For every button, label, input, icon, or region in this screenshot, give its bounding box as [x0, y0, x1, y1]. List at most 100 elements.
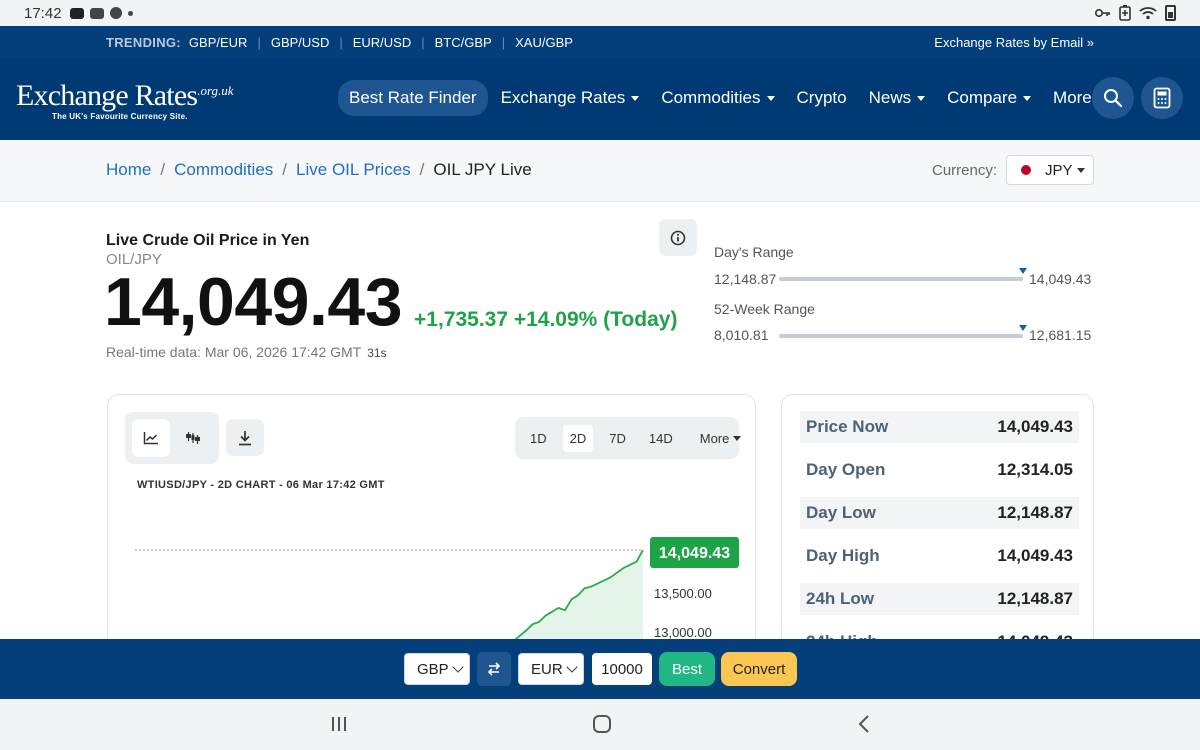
y-tick-label: 13,000.00: [654, 625, 712, 640]
status-time: 17:42: [24, 4, 62, 22]
battery-saver-icon: [1119, 5, 1131, 21]
stat-label: Price Now: [806, 417, 889, 436]
search-icon: [1104, 89, 1123, 108]
breadcrumb-home[interactable]: Home: [106, 160, 151, 180]
nav-compare[interactable]: Compare: [936, 80, 1042, 116]
week52-range-label: 52-Week Range: [714, 301, 815, 317]
nav-exchange-rates[interactable]: Exchange Rates: [490, 80, 651, 116]
breadcrumb-current: OIL JPY Live: [433, 160, 532, 179]
battery-icon: [1165, 5, 1176, 21]
android-nav-bar: [0, 699, 1200, 750]
stat-row: Price Now 14,049.43: [800, 411, 1079, 443]
stat-value: 12,314.05: [997, 460, 1073, 479]
days-range-marker: [1019, 268, 1027, 274]
key-icon: [1095, 9, 1110, 17]
week52-range-fill: [779, 334, 1023, 338]
refresh-countdown: 31s: [367, 346, 387, 360]
stat-value: 14,049.43: [997, 546, 1073, 565]
stat-label: 24h Low: [806, 589, 875, 608]
breadcrumb: Home / Commodities / Live OIL Prices / O…: [106, 160, 532, 180]
from-currency-select[interactable]: GBP: [404, 653, 470, 685]
days-range-label: Day's Range: [714, 244, 794, 260]
dot-icon: [127, 10, 133, 16]
breadcrumb-bar: Home / Commodities / Live OIL Prices / O…: [0, 140, 1200, 202]
currency-label: Currency:: [932, 162, 998, 179]
breadcrumb-live-oil-prices[interactable]: Live OIL Prices: [296, 160, 411, 180]
best-button[interactable]: Best: [659, 652, 715, 686]
info-button[interactable]: [659, 219, 697, 256]
stat-value: 12,148.87: [997, 589, 1073, 608]
stat-row: Day Open 12,314.05: [800, 454, 1079, 486]
caret-down-icon: [766, 95, 775, 101]
trending-link-gbp-usd[interactable]: GBP/USD: [271, 35, 330, 50]
trending-link-eur-usd[interactable]: EUR/USD: [353, 35, 412, 50]
japan-flag-icon: [1021, 165, 1031, 175]
status-bar: 17:42: [0, 0, 1200, 26]
days-range-track: [779, 268, 1027, 281]
wifi-icon: [1139, 7, 1157, 20]
stat-label: Day Low: [806, 503, 876, 522]
stat-row: Day Low 12,148.87: [800, 497, 1079, 529]
week52-range-track: [779, 325, 1027, 338]
currency-select[interactable]: JPY: [1006, 155, 1094, 185]
logo-text: Exchange Rates: [16, 79, 198, 112]
main-nav: Best Rate Finder Exchange Rates Commodit…: [338, 80, 1117, 116]
caret-down-icon: [1076, 167, 1085, 173]
stat-row: Day High 14,049.43: [800, 540, 1079, 572]
youtube-icon: [69, 7, 84, 19]
chevron-down-icon: [566, 661, 578, 673]
chevron-down-icon: [452, 661, 464, 673]
stat-value: 14,049.43: [997, 417, 1073, 436]
trending-bar: TRENDING: GBP/EUR | GBP/USD | EUR/USD | …: [0, 26, 1200, 59]
search-button[interactable]: [1092, 77, 1134, 119]
current-price: 14,049.43: [104, 264, 403, 340]
stat-row: 24h Low 12,148.87: [800, 583, 1079, 615]
to-currency-select[interactable]: EUR: [518, 653, 584, 685]
calculator-icon: [1153, 87, 1171, 109]
price-change: +1,735.37 +14.09% (Today): [414, 308, 678, 331]
stat-label: Day High: [806, 546, 880, 565]
site-header: Exchange Rates.org.uk The UK's Favourite…: [0, 59, 1200, 140]
calculator-button[interactable]: [1141, 77, 1183, 119]
convert-button[interactable]: Convert: [721, 652, 797, 686]
y-tick-label: 13,500.00: [654, 586, 712, 601]
caret-down-icon: [631, 95, 640, 101]
site-logo[interactable]: Exchange Rates.org.uk The UK's Favourite…: [16, 79, 234, 122]
logo-suffix: .org.uk: [197, 83, 234, 98]
email-alerts-link[interactable]: Exchange Rates by Email »: [934, 35, 1094, 50]
days-range-max: 14,049.43: [1029, 271, 1092, 287]
currency-value: JPY: [1045, 161, 1073, 179]
info-icon: [670, 230, 686, 245]
days-range-min: 12,148.87: [714, 271, 777, 287]
amount-input[interactable]: 10000: [592, 653, 652, 685]
breadcrumb-commodities[interactable]: Commodities: [174, 160, 273, 180]
logo-tagline: The UK's Favourite Currency Site.: [52, 112, 188, 121]
current-value-label: 14,049.43: [659, 545, 730, 562]
nav-crypto[interactable]: Crypto: [786, 80, 858, 116]
trending-label: TRENDING:: [106, 35, 181, 50]
converter-bar: GBP EUR 10000 Best Convert: [0, 639, 1200, 699]
caret-down-icon: [917, 95, 926, 101]
days-range-fill: [779, 277, 1023, 281]
week52-range-max: 12,681.15: [1029, 327, 1092, 343]
page-title: Live Crude Oil Price in Yen: [106, 232, 310, 249]
nav-commodities[interactable]: Commodities: [650, 80, 785, 116]
trending-link-xau-gbp[interactable]: XAU/GBP: [515, 35, 573, 50]
swap-button[interactable]: [477, 652, 511, 686]
nav-best-rate-finder[interactable]: Best Rate Finder: [338, 80, 488, 116]
caret-down-icon: [1023, 95, 1032, 101]
week52-range-marker: [1019, 325, 1027, 331]
week52-range-min: 8,010.81: [714, 327, 769, 343]
trending-link-btc-gbp[interactable]: BTC/GBP: [435, 35, 492, 50]
cloud-icon: [89, 7, 104, 19]
stat-label: Day Open: [806, 460, 886, 479]
stat-value: 12,148.87: [997, 503, 1073, 522]
back-icon[interactable]: [857, 714, 871, 734]
trending-link-gbp-eur[interactable]: GBP/EUR: [189, 35, 248, 50]
swap-icon: [487, 662, 501, 676]
home-icon[interactable]: [592, 714, 612, 734]
price-timestamp: Real-time data: Mar 06, 2026 17:42 GMT 31…: [106, 344, 387, 360]
recents-icon[interactable]: [330, 714, 348, 734]
minus-circle-icon: [109, 7, 122, 19]
nav-news[interactable]: News: [858, 80, 937, 116]
